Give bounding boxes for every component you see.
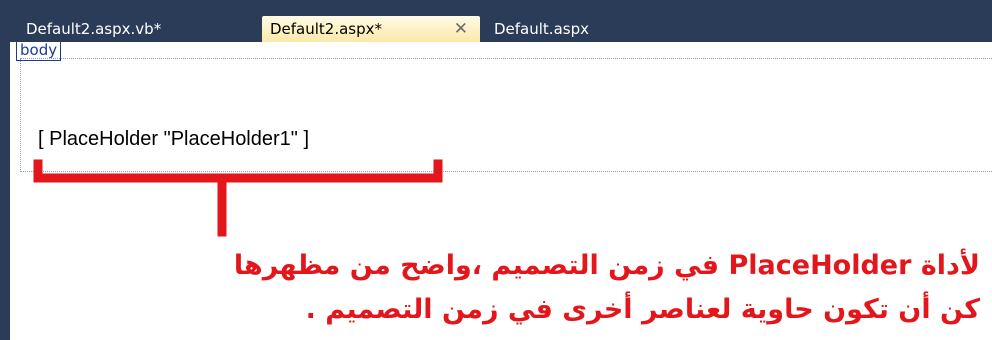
tab-label: Default.aspx	[494, 20, 589, 38]
tab-default2-aspx[interactable]: Default2.aspx* ✕	[262, 16, 480, 42]
window-border	[0, 42, 10, 340]
design-surface[interactable]: body [ PlaceHolder "PlaceHolder1" ] لأدا…	[10, 42, 992, 340]
bracket-line	[33, 159, 443, 183]
close-icon[interactable]: ✕	[454, 16, 468, 42]
tab-label: Default2.aspx.vb*	[26, 20, 162, 38]
tab-label: Default2.aspx*	[270, 20, 383, 38]
annotation-text-line1: لأداة PlaceHolder في زمن التصميم ،واضح م…	[233, 250, 980, 281]
editor-window: Default2.aspx.vb* Default2.aspx* ✕ Defau…	[0, 0, 992, 340]
tab-default-aspx[interactable]: Default.aspx	[486, 16, 646, 42]
document-tabstrip: Default2.aspx.vb* Default2.aspx* ✕ Defau…	[10, 16, 992, 42]
annotation-text-line2: كن أن تكون حاوية لعناصر أخرى في زمن التص…	[305, 294, 980, 325]
tab-default2-aspx-vb[interactable]: Default2.aspx.vb*	[18, 16, 252, 42]
